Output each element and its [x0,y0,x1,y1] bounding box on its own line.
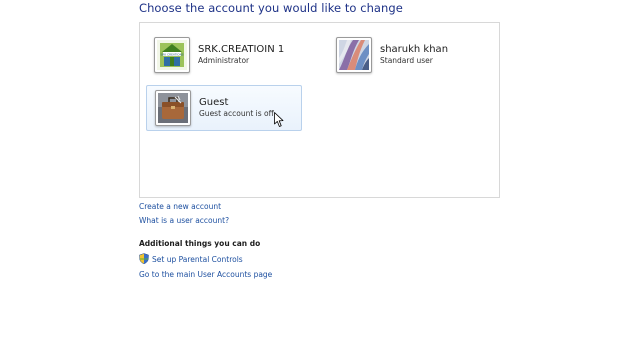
create-account-link[interactable]: Create a new account [139,202,221,211]
briefcase-icon [158,93,188,123]
account-name: sharukh khan [380,44,449,56]
account-role: Standard user [380,55,433,65]
page-heading: Choose the account you would like to cha… [139,1,403,15]
account-tile-srk-creatioin[interactable]: SRK CREATIONS SRK.CREATIOIN 1 Administra… [146,32,302,78]
shield-icon [139,253,149,264]
what-is-account-link[interactable]: What is a user account? [139,216,229,225]
account-name: Guest [199,97,229,109]
accounts-list: SRK CREATIONS SRK.CREATIOIN 1 Administra… [139,22,500,198]
mouse-pointer-icon [274,112,284,127]
account-picture: SRK CREATIONS [154,37,190,73]
green-building-logo-icon: SRK CREATIONS [157,40,187,70]
fabric-folds-icon [339,40,369,70]
additional-heading: Additional things you can do [139,239,261,248]
account-role: Guest account is off [199,108,274,118]
account-picture [336,37,372,73]
account-picture [155,90,191,126]
parental-controls-link[interactable]: Set up Parental Controls [152,255,243,264]
account-tile-sharukh-khan[interactable]: sharukh khan Standard user [328,32,484,78]
logo-caption: SRK CREATIONS [160,52,183,56]
account-role: Administrator [198,55,250,65]
account-name: SRK.CREATIOIN 1 [198,44,285,56]
main-user-accounts-link[interactable]: Go to the main User Accounts page [139,270,272,279]
